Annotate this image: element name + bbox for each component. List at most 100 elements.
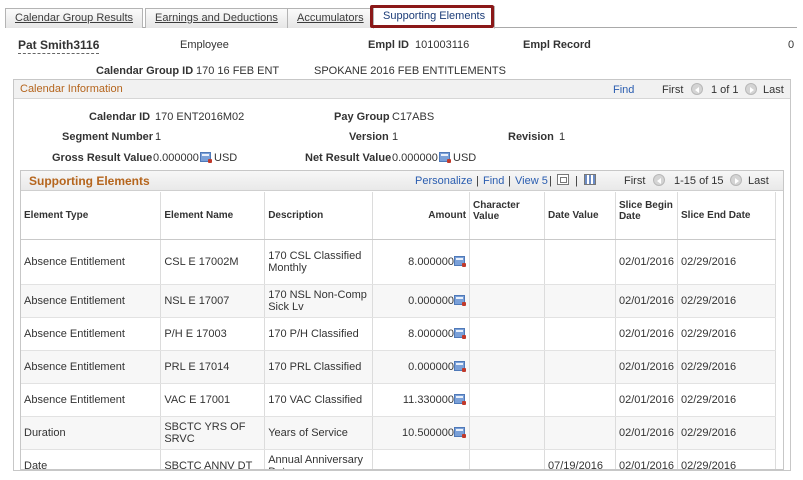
grid-find-link[interactable]: Find (483, 175, 504, 187)
net-result-label: Net Result Value (305, 152, 392, 164)
table-header-row: Element Type Element Name Description Am… (21, 192, 776, 240)
col-description[interactable]: Description (264, 192, 374, 240)
amount-cell: 8.000000 (372, 239, 471, 285)
chevron-left-icon (653, 174, 665, 186)
description: Years of Service (264, 416, 374, 450)
amount-cell: 11.330000 (372, 383, 471, 417)
supporting-elements-header: Supporting Elements Personalize | Find |… (21, 171, 783, 191)
empl-record-value: 0 (788, 39, 795, 51)
calendar-group-id-label: Calendar Group ID (96, 65, 194, 77)
slice-end-date: 02/29/2016 (677, 416, 776, 450)
chevron-left-icon (691, 83, 703, 95)
calculator-icon[interactable] (454, 327, 467, 339)
col-date-value[interactable]: Date Value (544, 192, 616, 240)
slice-end-date: 02/29/2016 (677, 284, 776, 318)
col-slice-end-date[interactable]: Slice End Date (677, 192, 776, 240)
amount-cell: 0.000000 (372, 350, 471, 384)
grid-last-label: Last (748, 175, 769, 187)
grid-first-label: First (624, 175, 646, 187)
calendar-find-link[interactable]: Find (613, 84, 634, 96)
net-result-value: 0.000000 (392, 152, 438, 164)
grid-next-button[interactable] (730, 174, 742, 187)
amount: 11.330000 (402, 393, 455, 406)
description: Annual Anniversary Date (264, 449, 374, 469)
description: 170 CSL Classified Monthly (264, 239, 374, 285)
amount-cell (372, 449, 471, 469)
personalize-link[interactable]: Personalize (415, 175, 472, 187)
slice-begin-date: 02/01/2016 (615, 449, 679, 469)
slice-begin-date: 02/01/2016 (615, 350, 679, 384)
calculator-icon[interactable] (454, 294, 467, 306)
calculator-icon[interactable] (454, 393, 467, 405)
calculator-icon (439, 152, 451, 163)
supporting-elements-grid: Supporting Elements Personalize | Find |… (20, 170, 784, 470)
grid-prev-button[interactable] (653, 174, 665, 187)
empl-record-label: Empl Record (523, 39, 591, 51)
download-button[interactable] (584, 174, 596, 186)
calendar-next-button[interactable] (745, 83, 757, 96)
calculator-icon[interactable] (454, 255, 467, 267)
element-name: P/H E 17003 (160, 317, 266, 351)
col-element-name[interactable]: Element Name (160, 192, 266, 240)
slice-end-date: 02/29/2016 (677, 449, 776, 469)
calendar-information-title: Calendar Information (20, 83, 123, 95)
version-value: 1 (392, 131, 399, 143)
element-type: Date (21, 449, 162, 469)
description: 170 NSL Non-Comp Sick Lv (264, 284, 374, 318)
character-value (469, 239, 545, 285)
element-name: PRL E 17014 (160, 350, 266, 384)
slice-end-date: 02/29/2016 (677, 350, 776, 384)
calculator-icon[interactable] (454, 426, 467, 438)
element-name: SBCTC ANNV DT (160, 449, 266, 469)
description: 170 VAC Classified (264, 383, 374, 417)
table-row: Absence Entitlement PRL E 17014 170 PRL … (21, 350, 776, 384)
element-type: Duration (21, 416, 162, 450)
tab-bar: Calendar Group Results Earnings and Dedu… (5, 6, 797, 29)
element-name: CSL E 17002M (160, 239, 266, 285)
view-5-link[interactable]: View 5 (515, 175, 548, 187)
slice-end-date: 02/29/2016 (677, 383, 776, 417)
col-amount[interactable]: Amount (372, 192, 471, 240)
element-type: Absence Entitlement (21, 284, 162, 318)
character-value (469, 416, 545, 450)
amount: 0.000000 (408, 360, 455, 373)
tab-accumulators[interactable]: Accumulators (287, 8, 374, 28)
net-calc-button[interactable] (439, 152, 451, 164)
table-row: Duration SBCTC YRS OF SRVC Years of Serv… (21, 416, 776, 450)
description: 170 P/H Classified (264, 317, 374, 351)
empl-id-label: Empl ID (368, 39, 409, 51)
table-row: Absence Entitlement NSL E 17007 170 NSL … (21, 284, 776, 318)
date-value: 07/19/2016 (544, 449, 616, 469)
spreadsheet-icon (584, 174, 596, 185)
date-value (544, 416, 616, 450)
amount-cell: 8.000000 (372, 317, 471, 351)
calendar-group-description: SPOKANE 2016 FEB ENTITLEMENTS (314, 65, 506, 77)
date-value (544, 383, 616, 417)
zoom-icon (557, 174, 569, 185)
employee-role: Employee (180, 39, 229, 51)
slice-begin-date: 02/01/2016 (615, 383, 679, 417)
calculator-icon[interactable] (454, 360, 467, 372)
tab-earnings-and-deductions[interactable]: Earnings and Deductions (145, 8, 288, 28)
col-character-value[interactable]: Character Value (469, 192, 545, 240)
col-slice-begin-date[interactable]: Slice Begin Date (615, 192, 679, 240)
gross-calc-button[interactable] (200, 152, 212, 164)
calendar-prev-button[interactable] (691, 83, 703, 96)
description: 170 PRL Classified (264, 350, 374, 384)
calendar-id-label: Calendar ID (89, 111, 151, 123)
pay-group-label: Pay Group (334, 111, 390, 123)
character-value (469, 317, 545, 351)
employee-name[interactable]: Pat Smith3116 (18, 38, 100, 54)
character-value (469, 284, 545, 318)
amount-cell: 10.500000 (372, 416, 471, 450)
tab-calendar-group-results[interactable]: Calendar Group Results (5, 8, 144, 28)
grid-range: 1-15 of 15 (674, 175, 724, 187)
element-name: VAC E 17001 (160, 383, 266, 417)
calendar-group-id-value: 170 16 FEB ENT (196, 65, 280, 77)
col-element-type[interactable]: Element Type (21, 192, 162, 240)
tab-supporting-elements[interactable]: Supporting Elements (373, 6, 496, 29)
table-row: Absence Entitlement CSL E 17002M 170 CSL… (21, 239, 776, 285)
character-value (469, 350, 545, 384)
calendar-range: 1 of 1 (711, 84, 739, 96)
zoom-button[interactable] (557, 174, 569, 186)
